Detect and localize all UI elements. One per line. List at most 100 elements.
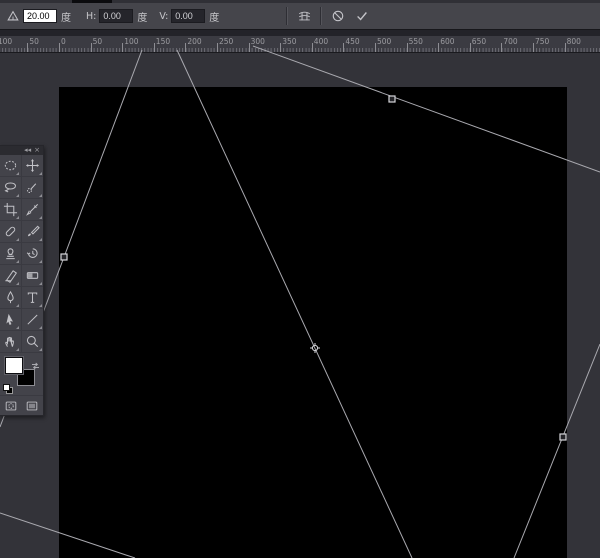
collapse-panel-icon[interactable]: ◂◂ (24, 147, 31, 154)
tool-flyout-indicator (16, 348, 19, 351)
tool-lasso-tool[interactable] (0, 177, 22, 199)
commit-transform-button[interactable] (352, 6, 372, 26)
foreground-color-swatch[interactable] (5, 357, 23, 374)
ruler-major-tick (438, 43, 439, 52)
v-skew-unit-label: 度 (209, 9, 219, 24)
ruler-major-tick (91, 43, 92, 52)
tool-type-tool[interactable] (22, 287, 44, 309)
close-panel-icon[interactable]: × (34, 147, 40, 154)
tool-flyout-indicator (39, 326, 42, 329)
tool-flyout-indicator (16, 282, 19, 285)
tool-eyedropper-tool[interactable] (22, 199, 44, 221)
ruler-label: 700 (503, 37, 517, 46)
tool-flyout-indicator (39, 348, 42, 351)
tool-flyout-indicator (39, 194, 42, 197)
ruler-major-tick (217, 43, 218, 52)
top-ruler[interactable]: 1005005010015020025030035040045050055060… (0, 36, 600, 53)
quick-mask-button[interactable] (0, 396, 22, 415)
ruler-label: 750 (535, 37, 549, 46)
tool-brush-tool[interactable] (22, 221, 44, 243)
transform-options-bar: 度 H: 度 V: 度 (0, 3, 600, 30)
tool-flyout-indicator (39, 172, 42, 175)
tool-clone-stamp-tool[interactable] (0, 243, 22, 265)
ruler-label: 350 (282, 37, 296, 46)
ruler-major-tick (565, 43, 566, 52)
document-canvas[interactable] (59, 87, 567, 558)
tool-eraser-tool[interactable] (0, 265, 22, 287)
ruler-label: 200 (187, 37, 201, 46)
warp-mode-toggle-button[interactable] (294, 6, 314, 26)
tool-line-tool[interactable] (22, 309, 44, 331)
h-skew-label: H: (86, 11, 96, 22)
tool-flyout-indicator (16, 216, 19, 219)
ruler-label: 600 (440, 37, 454, 46)
tool-flyout-indicator (16, 172, 19, 175)
ruler-label: 450 (345, 37, 359, 46)
ruler-major-tick (312, 43, 313, 52)
tool-spot-healing-brush-tool[interactable] (0, 221, 22, 243)
options-separator (320, 7, 322, 25)
cancel-transform-button[interactable] (328, 6, 348, 26)
ruler-label: 550 (409, 37, 423, 46)
ruler-label: 400 (314, 37, 328, 46)
rotation-angle-input[interactable] (23, 9, 57, 23)
warp-grid-icon (297, 9, 311, 23)
ruler-major-tick (27, 43, 28, 52)
ruler-label: 300 (251, 37, 265, 46)
ruler-label: 250 (219, 37, 233, 46)
ruler-label: 650 (472, 37, 486, 46)
tool-pen-tool[interactable] (0, 287, 22, 309)
tool-flyout-indicator (39, 238, 42, 241)
ruler-label: 100 (0, 37, 12, 46)
ruler-label: 50 (93, 37, 103, 46)
tool-flyout-indicator (16, 260, 19, 263)
tool-crop-tool[interactable] (0, 199, 22, 221)
h-skew-unit-label: 度 (137, 9, 147, 24)
ruler-label: 50 (29, 37, 39, 46)
tool-quick-selection-tool[interactable] (22, 177, 44, 199)
ruler-major-tick (59, 43, 60, 52)
ruler-label: 500 (377, 37, 391, 46)
rotation-angle-icon (6, 9, 20, 23)
photoshop-workspace: 度 H: 度 V: 度 (0, 0, 600, 558)
ruler-major-tick (280, 43, 281, 52)
ruler-major-tick (154, 43, 155, 52)
h-skew-input[interactable] (99, 9, 133, 23)
tools-panel: ◂◂ × (0, 145, 44, 416)
tool-move-tool[interactable] (22, 155, 44, 177)
ruler-major-tick (470, 43, 471, 52)
rotation-unit-label: 度 (61, 9, 71, 24)
ruler-label: 150 (156, 37, 170, 46)
tool-path-selection-tool[interactable] (0, 309, 22, 331)
color-swatch-area (0, 353, 43, 395)
v-skew-input[interactable] (171, 9, 205, 23)
cancel-icon (331, 9, 345, 23)
tool-flyout-indicator (39, 304, 42, 307)
tool-flyout-indicator (39, 260, 42, 263)
ruler-major-tick (501, 43, 502, 52)
ruler-major-tick (407, 43, 408, 52)
tool-flyout-indicator (16, 194, 19, 197)
tool-flyout-indicator (39, 282, 42, 285)
ruler-label: 100 (124, 37, 138, 46)
tool-hand-tool[interactable] (0, 331, 22, 353)
tool-history-brush-tool[interactable] (22, 243, 44, 265)
v-skew-label: V: (159, 11, 168, 22)
screen-mode-button[interactable] (22, 396, 44, 415)
tool-gradient-tool[interactable] (22, 265, 44, 287)
ruler-major-tick (343, 43, 344, 52)
ruler-major-tick (533, 43, 534, 52)
tool-grid (0, 155, 43, 353)
tool-flyout-indicator (16, 326, 19, 329)
tool-zoom-tool[interactable] (22, 331, 44, 353)
tool-flyout-indicator (16, 304, 19, 307)
tools-panel-header[interactable]: ◂◂ × (0, 146, 43, 155)
tool-elliptical-marquee-tool[interactable] (0, 155, 22, 177)
ruler-label: 0 (61, 37, 66, 46)
tool-flyout-indicator (16, 238, 19, 241)
panel-bottom-buttons (0, 395, 43, 415)
check-icon (355, 9, 369, 23)
ruler-major-tick (375, 43, 376, 52)
ruler-major-tick (122, 43, 123, 52)
tool-flyout-indicator (39, 216, 42, 219)
